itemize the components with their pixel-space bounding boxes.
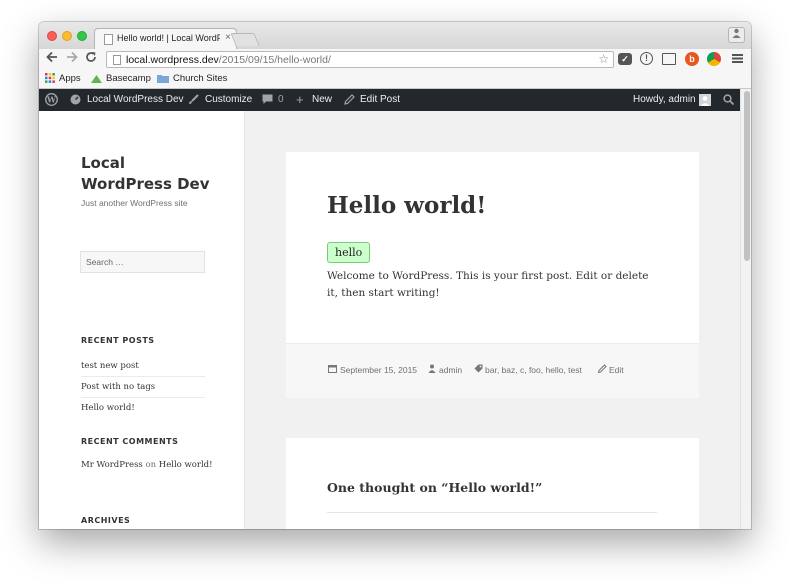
post-tags-links[interactable]: bar, baz, c, foo, hello, test (485, 365, 582, 375)
recent-post-link[interactable]: test new post (81, 356, 205, 377)
author-icon (428, 364, 436, 375)
admin-bar-edit-post[interactable]: Edit Post (360, 94, 400, 105)
user-avatar-icon[interactable] (699, 94, 711, 109)
dashboard-icon (70, 94, 81, 108)
post-author-link[interactable]: admin (439, 365, 462, 375)
tab-strip: Hello world! | Local WordPress × (39, 22, 751, 50)
browser-toolbar: local.wordpress.dev/2015/09/15/hello-wor… (39, 49, 751, 70)
site-description: Just another WordPress site (81, 198, 188, 208)
ghostery-icon[interactable]: b (685, 52, 699, 66)
calendar-icon (328, 364, 337, 375)
profile-icon[interactable] (728, 27, 745, 43)
tag-icon (474, 364, 483, 375)
recent-posts-title: RECENT POSTS (81, 336, 155, 345)
recent-comment-item: Mr WordPress on Hello world! (81, 460, 213, 470)
svg-text:W: W (46, 94, 57, 104)
apps-grid-icon (45, 73, 55, 86)
folder-icon (157, 74, 169, 86)
bookmarks-bar: Apps Basecamp Church Sites (39, 70, 751, 89)
comment-post-link[interactable]: Hello world! (159, 460, 213, 470)
comments-divider (327, 512, 657, 513)
browser-tab[interactable]: Hello world! | Local WordPress × (94, 28, 237, 50)
search-placeholder: Search … (86, 257, 124, 267)
comment-author-link[interactable]: Mr WordPress (81, 460, 143, 470)
comments-card: One thought on “Hello world!” (286, 438, 699, 529)
post-card: Hello world! hello Welcome to WordPress.… (286, 152, 699, 398)
admin-bar-howdy[interactable]: Howdy, admin (633, 94, 696, 105)
edit-post-link[interactable]: Edit (609, 365, 624, 375)
recent-post-link[interactable]: Post with no tags (81, 377, 205, 398)
search-icon[interactable] (723, 94, 735, 108)
bookmark-star-icon[interactable]: ☆ (598, 52, 609, 66)
bookmark-church-sites[interactable]: Church Sites (157, 73, 227, 86)
site-title[interactable]: Local WordPress Dev (81, 153, 221, 195)
edit-pencil-icon (597, 364, 607, 375)
admin-bar-comments-count[interactable]: 0 (278, 94, 284, 105)
sidebar: Local WordPress Dev Just another WordPre… (39, 111, 245, 529)
scrollbar-thumb[interactable] (744, 91, 750, 261)
window-maximize-button[interactable] (77, 31, 87, 41)
window-minimize-button[interactable] (62, 31, 72, 41)
chrome-icon[interactable] (707, 52, 721, 66)
pocket-icon[interactable]: ✓ (618, 53, 632, 65)
plus-icon: + (296, 92, 304, 107)
bookmark-basecamp[interactable]: Basecamp (91, 73, 151, 86)
url-text: local.wordpress.dev/2015/09/15/hello-wor… (126, 54, 331, 66)
recent-posts-list: test new post Post with no tags Hello wo… (81, 356, 205, 419)
page-content: Local WordPress Dev Just another WordPre… (39, 111, 740, 529)
admin-bar-customize[interactable]: Customize (205, 94, 252, 105)
admin-bar-site-name[interactable]: Local WordPress Dev (87, 94, 184, 105)
archives-title: ARCHIVES (81, 516, 131, 525)
new-tab-button[interactable] (230, 33, 260, 46)
recent-post-link[interactable]: Hello world! (81, 398, 205, 419)
reload-icon[interactable] (85, 51, 97, 66)
admin-bar-new[interactable]: New (312, 94, 332, 105)
menu-icon[interactable] (732, 52, 743, 67)
address-bar[interactable]: local.wordpress.dev/2015/09/15/hello-wor… (106, 51, 614, 68)
pencil-icon (344, 94, 355, 108)
post-body: Welcome to WordPress. This is your first… (327, 270, 649, 299)
highlight-tag: hello (327, 242, 371, 263)
page-icon (104, 34, 113, 45)
window-close-button[interactable] (47, 31, 57, 41)
page-icon (113, 55, 121, 65)
basecamp-icon (91, 74, 102, 86)
screenshot-icon[interactable] (662, 53, 676, 65)
comments-title: One thought on “Hello world!” (327, 480, 543, 495)
bookmark-apps[interactable]: Apps (45, 73, 81, 86)
wordpress-logo-icon[interactable]: W (45, 93, 58, 109)
forward-icon[interactable] (66, 51, 78, 66)
post-meta-footer: September 15, 2015 admin bar, baz, c, fo… (286, 343, 699, 398)
customize-brush-icon (188, 94, 199, 108)
extension-icon[interactable]: ! (640, 52, 653, 65)
search-input[interactable]: Search … (80, 251, 205, 273)
back-icon[interactable] (46, 51, 58, 66)
wp-admin-bar: W Local WordPress Dev Customize 0 + New … (39, 89, 740, 111)
browser-window: Hello world! | Local WordPress × local.w… (39, 22, 751, 529)
page-scrollbar[interactable] (740, 89, 751, 529)
post-title[interactable]: Hello world! (327, 192, 486, 219)
tab-title: Hello world! | Local WordPress (117, 33, 220, 43)
post-date-link[interactable]: September 15, 2015 (340, 365, 417, 375)
comment-bubble-icon (262, 94, 273, 108)
recent-comments-title: RECENT COMMENTS (81, 437, 179, 446)
